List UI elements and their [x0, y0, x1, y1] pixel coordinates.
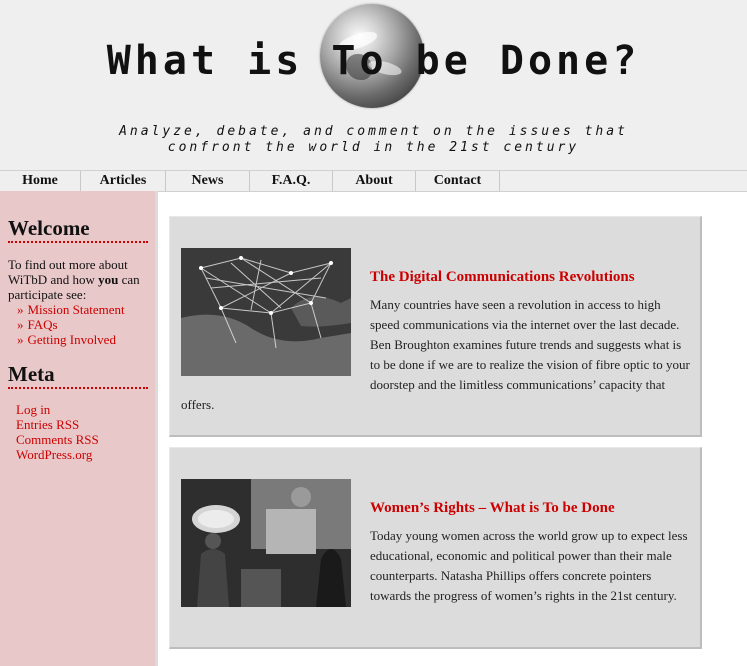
link-faqs[interactable]: » FAQs	[17, 317, 125, 332]
link-wordpress[interactable]: WordPress.org	[16, 447, 99, 462]
post-card: The Digital Communications Revolutions M…	[169, 216, 702, 437]
post-title[interactable]: The Digital Communications Revolutions	[370, 269, 635, 286]
post-title[interactable]: Women’s Rights – What is To be Done	[370, 500, 615, 517]
nav-news[interactable]: News	[166, 171, 250, 191]
post-excerpt: Many countries have seen a revolution in…	[181, 295, 690, 415]
link-entries-rss[interactable]: Entries RSS	[16, 417, 99, 432]
nav-articles[interactable]: Articles	[81, 171, 166, 191]
nav-contact[interactable]: Contact	[416, 171, 500, 191]
main-nav: Home Articles News F.A.Q. About Contact	[0, 170, 747, 192]
site-header: What is To be Done? Analyze, debate, and…	[0, 0, 747, 170]
link-log-in[interactable]: Log in	[16, 402, 99, 417]
meta-heading: Meta	[8, 361, 148, 389]
welcome-text-bold: you	[98, 272, 119, 287]
meta-links: Log in Entries RSS Comments RSS WordPres…	[16, 402, 99, 462]
link-comments-rss[interactable]: Comments RSS	[16, 432, 99, 447]
welcome-heading: Welcome	[8, 215, 148, 243]
link-mission-statement[interactable]: » Mission Statement	[17, 302, 125, 317]
site-title[interactable]: What is To be Done?	[0, 26, 747, 96]
welcome-links: » Mission Statement » FAQs » Getting Involv…	[17, 302, 125, 347]
nav-faq[interactable]: F.A.Q.	[250, 171, 333, 191]
link-getting-involved[interactable]: » Getting Involved	[17, 332, 125, 347]
sidebar: Welcome To find out more about WiTbD and…	[0, 191, 158, 666]
post-card: Women’s Rights – What is To be Done Toda…	[169, 447, 702, 649]
site-tagline: Analyze, debate, and comment on the issu…	[0, 124, 747, 156]
post-excerpt: Today young women across the world grow …	[181, 526, 690, 626]
welcome-text: To find out more about WiTbD and how you…	[8, 257, 148, 302]
nav-about[interactable]: About	[333, 171, 416, 191]
tagline-line-2: confront the world in the 21st century	[167, 140, 580, 155]
post-excerpt-text: Today young women across the world grow …	[370, 528, 688, 603]
nav-home[interactable]: Home	[0, 171, 81, 191]
tagline-line-1: Analyze, debate, and comment on the issu…	[119, 124, 628, 139]
